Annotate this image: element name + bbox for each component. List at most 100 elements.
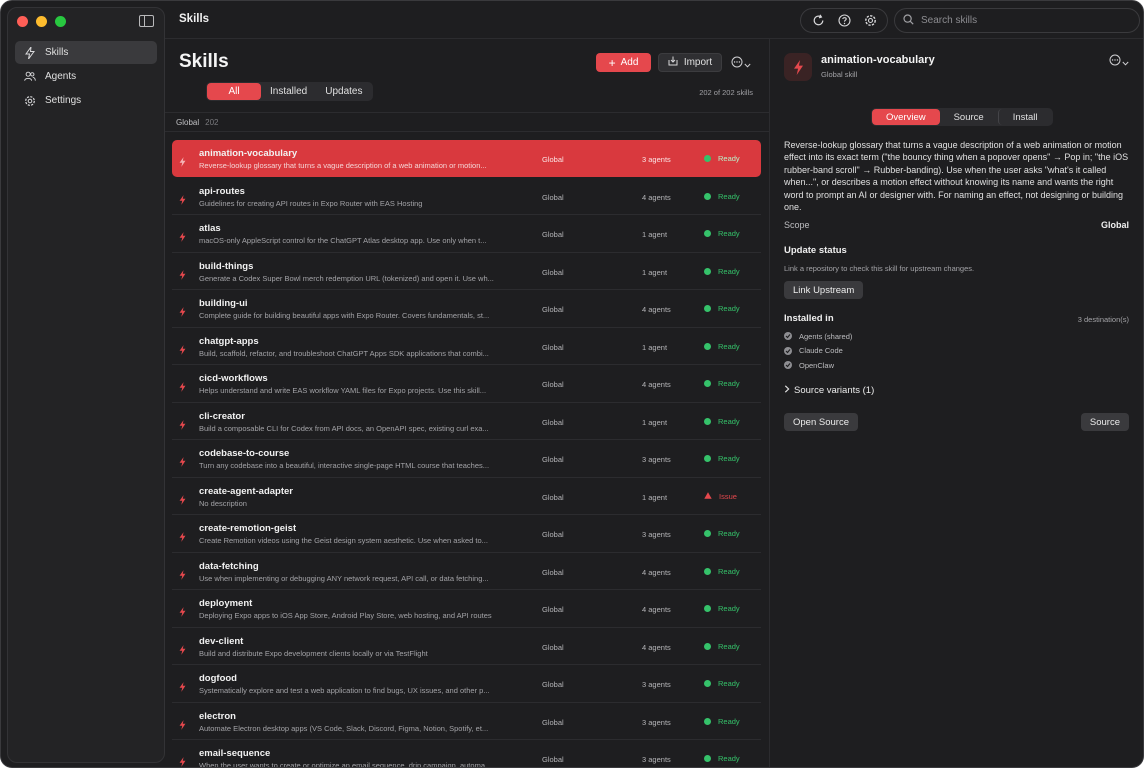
skill-scope: Global bbox=[542, 605, 564, 614]
chevron-down-icon bbox=[1122, 53, 1129, 71]
add-button-label: Add bbox=[620, 57, 639, 68]
tab-overview[interactable]: Overview bbox=[872, 109, 940, 125]
skill-scope: Global bbox=[542, 305, 564, 314]
skill-row[interactable]: dogfood Systematically explore and test a… bbox=[172, 665, 761, 703]
detail-more-button[interactable] bbox=[1109, 53, 1129, 71]
tab-source[interactable]: Source bbox=[940, 109, 998, 125]
import-button[interactable]: Import bbox=[658, 53, 722, 72]
skill-name: chatgpt-apps bbox=[199, 335, 259, 347]
gear-icon bbox=[24, 95, 36, 107]
source-variants-disclosure[interactable]: Source variants (1) bbox=[784, 385, 874, 396]
skill-icon bbox=[784, 53, 812, 81]
skill-name: electron bbox=[199, 710, 236, 722]
close-window-button[interactable] bbox=[17, 16, 28, 27]
ready-dot-icon bbox=[704, 755, 711, 762]
skill-row[interactable]: electron Automate Electron desktop apps (… bbox=[172, 703, 761, 740]
skill-row[interactable]: deployment Deploying Expo apps to iOS App… bbox=[172, 590, 761, 628]
skill-row[interactable]: cli-creator Build a composable CLI for Co… bbox=[172, 403, 761, 440]
skill-row[interactable]: api-routes Guidelines for creating API ro… bbox=[172, 178, 761, 215]
skill-row[interactable]: atlas macOS-only AppleScript control for … bbox=[172, 215, 761, 253]
skill-row[interactable]: email-sequence When the user wants to cre… bbox=[172, 740, 761, 768]
check-icon bbox=[784, 361, 792, 370]
status-badge: Ready bbox=[704, 454, 740, 463]
group-header[interactable]: Global 202 bbox=[165, 112, 769, 132]
ready-dot-icon bbox=[704, 380, 711, 387]
status-label: Ready bbox=[718, 154, 740, 163]
skill-row[interactable]: building-ui Complete guide for building b… bbox=[172, 290, 761, 328]
skill-scope: Global bbox=[542, 642, 564, 652]
skill-description: Use when implementing or debugging ANY n… bbox=[199, 573, 489, 583]
sidebar-item-skills[interactable]: Skills bbox=[15, 41, 157, 64]
scope-label: Scope bbox=[784, 220, 810, 230]
sidebar-item-label: Skills bbox=[45, 47, 69, 58]
update-status-note: Link a repository to check this skill fo… bbox=[784, 264, 975, 273]
minimize-window-button[interactable] bbox=[36, 16, 47, 27]
skill-description: Reverse-lookup glossary that turns a vag… bbox=[199, 161, 487, 170]
status-badge: Ready bbox=[704, 754, 740, 763]
update-status-heading: Update status bbox=[784, 245, 847, 256]
skill-name: atlas bbox=[199, 223, 221, 234]
tab-install[interactable]: Install bbox=[997, 109, 1052, 125]
bolt-icon bbox=[179, 454, 186, 472]
help-icon[interactable] bbox=[837, 14, 851, 27]
skill-description: When the user wants to create or optimiz… bbox=[199, 761, 492, 768]
skill-name: dev-client bbox=[199, 635, 244, 647]
sidebar-nav: Skills Agents Settings bbox=[15, 41, 157, 113]
add-button[interactable]: + Add bbox=[596, 53, 651, 72]
more-options-button[interactable] bbox=[731, 55, 751, 73]
skill-row[interactable]: build-things Generate a Codex Super Bowl … bbox=[172, 253, 761, 290]
skill-description: Complete guide for building beautiful ap… bbox=[199, 311, 490, 320]
toolbar: Skills Search skills bbox=[165, 1, 1143, 39]
sidebar: Skills Agents Settings bbox=[7, 7, 165, 763]
bolt-icon bbox=[179, 529, 186, 547]
sidebar-toggle-icon[interactable] bbox=[139, 15, 154, 27]
installed-item-label: Claude Code bbox=[799, 346, 843, 356]
bolt-icon bbox=[179, 229, 186, 247]
warning-icon bbox=[704, 491, 712, 501]
status-badge: Ready bbox=[704, 604, 740, 613]
skill-row[interactable]: animation-vocabulary Reverse-lookup gloss… bbox=[172, 140, 761, 177]
sidebar-item-agents[interactable]: Agents bbox=[15, 65, 157, 88]
zoom-window-button[interactable] bbox=[55, 16, 66, 27]
skill-row[interactable]: data-fetching Use when implementing or de… bbox=[172, 553, 761, 590]
status-badge: Ready bbox=[704, 192, 740, 201]
open-source-button[interactable]: Open Source bbox=[784, 413, 858, 431]
skill-list: animation-vocabulary Reverse-lookup gloss… bbox=[172, 140, 761, 768]
skill-name: dogfood bbox=[199, 673, 237, 684]
bolt-icon bbox=[179, 642, 186, 660]
search-field[interactable]: Search skills bbox=[894, 8, 1140, 33]
skill-row[interactable]: create-agent-adapter No description Global… bbox=[172, 478, 761, 515]
skill-scope: Global bbox=[542, 192, 564, 202]
skill-row[interactable]: cicd-workflows Helps understand and write… bbox=[172, 365, 761, 403]
status-badge: Ready bbox=[704, 304, 740, 313]
skill-row[interactable]: codebase-to-course Turn any codebase into… bbox=[172, 440, 761, 478]
installed-item: Agents (shared) bbox=[784, 329, 852, 344]
installed-item: Claude Code bbox=[784, 344, 852, 359]
skill-row[interactable]: dev-client Build and distribute Expo deve… bbox=[172, 628, 761, 665]
skill-description: Build and distribute Expo development cl… bbox=[199, 648, 428, 658]
skill-name: cicd-workflows bbox=[199, 373, 268, 384]
status-badge: Ready bbox=[704, 717, 740, 726]
filter-all[interactable]: All bbox=[207, 83, 261, 100]
refresh-icon[interactable] bbox=[812, 14, 825, 27]
sidebar-item-settings[interactable]: Settings bbox=[15, 89, 157, 112]
filter-installed[interactable]: Installed bbox=[261, 83, 316, 100]
filter-updates[interactable]: Updates bbox=[316, 83, 371, 100]
status-badge: Ready bbox=[704, 417, 740, 426]
status-label: Ready bbox=[718, 454, 740, 463]
skill-row[interactable]: chatgpt-apps Build, scaffold, refactor, a… bbox=[172, 328, 761, 365]
skill-agents: 3 agents bbox=[642, 530, 671, 539]
skill-agents: 1 agent bbox=[642, 492, 668, 502]
search-input[interactable]: Search skills bbox=[921, 15, 977, 26]
source-button[interactable]: Source bbox=[1080, 413, 1129, 431]
skill-row[interactable]: create-remotion-geist Create Remotion vid… bbox=[172, 515, 761, 553]
gear-icon[interactable] bbox=[864, 14, 877, 27]
skill-scope: Global bbox=[542, 680, 564, 689]
page-title: Skills bbox=[179, 51, 229, 72]
skill-agents: 3 agents bbox=[642, 155, 671, 164]
skill-scope: Global bbox=[542, 717, 564, 727]
status-label: Ready bbox=[718, 566, 740, 576]
ready-dot-icon bbox=[704, 417, 711, 425]
link-upstream-button[interactable]: Link Upstream bbox=[784, 281, 864, 299]
skill-scope: Global bbox=[542, 455, 564, 464]
